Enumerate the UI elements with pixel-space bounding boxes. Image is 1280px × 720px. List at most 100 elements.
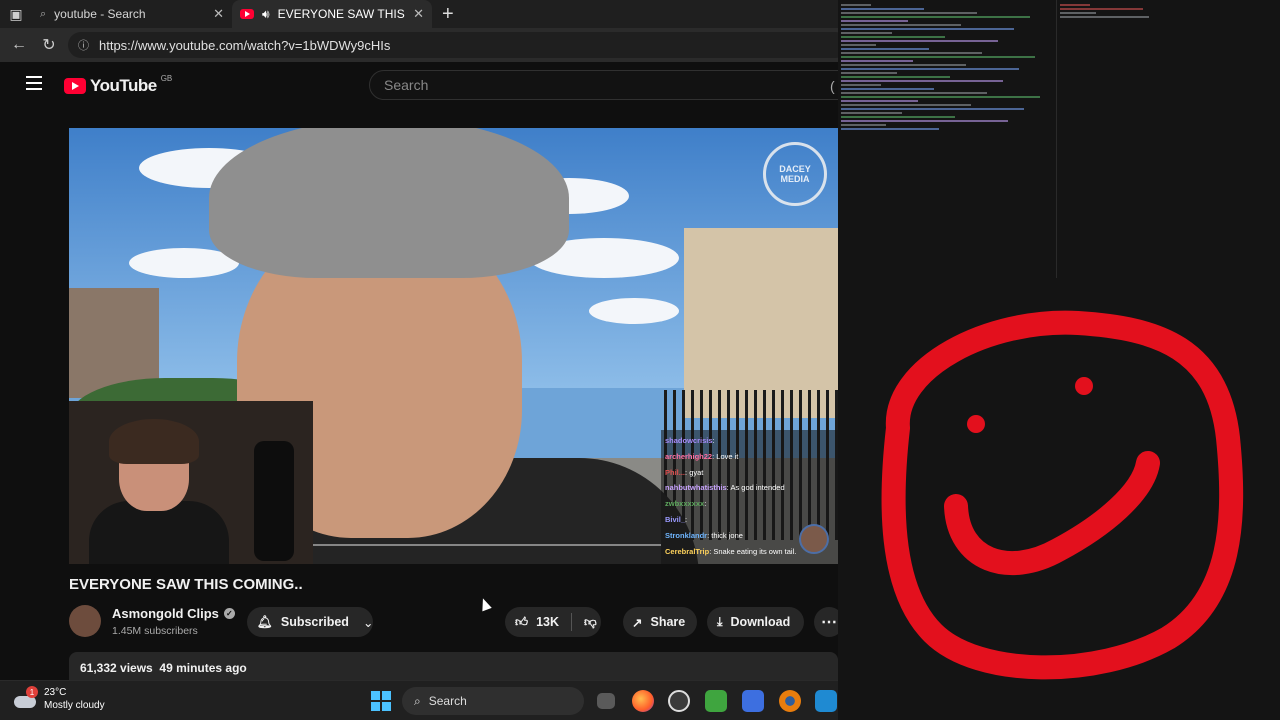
tab-bar: ▣ ⌕ youtube - Search ✕ 🔊︎ EVERYONE SAW T… (0, 0, 838, 28)
weather-text: 23°C Mostly cloudy (44, 686, 105, 712)
blender-icon[interactable] (779, 690, 801, 712)
video-player[interactable]: DACEY MEDIA shadowcrisis: archerhigh22: … (69, 128, 838, 564)
log-line (841, 44, 876, 46)
log-line (841, 40, 998, 42)
subscribed-label: Subscribed (280, 615, 349, 629)
subscribed-button[interactable]: 🔔︎ Subscribed ⌄ (247, 607, 373, 637)
log-line (841, 48, 929, 50)
log-line (841, 36, 945, 38)
chat-text: Love it (716, 451, 739, 461)
obs-icon[interactable] (668, 690, 690, 712)
log-line (841, 64, 966, 66)
chat-text: As god intended (730, 483, 785, 493)
video-cloud (589, 298, 679, 324)
video-person-cap (209, 128, 569, 278)
new-tab-button[interactable]: + (432, 3, 464, 26)
log-line (841, 60, 913, 62)
watermark-top: DACEY (779, 164, 811, 174)
log-line (1060, 8, 1143, 10)
search-button-icon[interactable]: ( (830, 78, 835, 94)
chat-message: zwbxxxxxx: (665, 499, 707, 509)
close-tab-icon[interactable]: ✕ (413, 6, 424, 22)
verified-icon: ✓ (223, 608, 235, 619)
vscode-icon[interactable] (815, 690, 837, 712)
share-button[interactable]: ↗ Share (623, 607, 697, 637)
subscriber-count: 1.45M subscribers (112, 625, 198, 637)
log-line (841, 116, 955, 118)
taskbar-search[interactable]: ⌕ Search (402, 687, 584, 715)
url-field[interactable]: ⓘ https://www.youtube.com/watch?v=1bWDWy… (68, 32, 838, 58)
back-arrow-icon[interactable]: ← (8, 34, 30, 56)
like-icon[interactable]: 👍︎ (515, 615, 528, 630)
log-line (841, 112, 902, 114)
windows-start-icon[interactable] (371, 691, 391, 711)
app-blue-icon[interactable] (742, 690, 764, 712)
reload-icon[interactable]: ↻ (38, 34, 60, 56)
task-view-icon[interactable] (597, 693, 615, 709)
views-and-date: 61,332 views 49 minutes ago (80, 661, 247, 675)
dacey-media-watermark: DACEY MEDIA (763, 142, 827, 206)
notification-badge: 1 (26, 686, 38, 698)
dislike-icon[interactable]: 👎︎ (584, 615, 597, 630)
download-button[interactable]: ⤓ Download (707, 607, 804, 637)
youtube-logo[interactable]: YouTube GB (64, 74, 172, 96)
description-box[interactable]: 61,332 views 49 minutes ago (69, 652, 838, 680)
screen: ▣ ⌕ youtube - Search ✕ 🔊︎ EVERYONE SAW T… (0, 0, 1280, 720)
chat-username: CerebralTrip (665, 546, 710, 556)
close-tab-icon[interactable]: ✕ (213, 6, 224, 22)
chat-text: thick jone (711, 530, 743, 540)
like-count[interactable]: 13K (536, 615, 559, 629)
video-progress-bar[interactable] (313, 544, 661, 546)
log-line (841, 96, 1040, 98)
like-dislike-group: 👍︎ 13K 👎︎ (505, 607, 601, 637)
log-line (841, 68, 1019, 70)
address-bar-row: ← ↻ ⓘ https://www.youtube.com/watch?v=1b… (0, 28, 838, 62)
log-line (841, 108, 1024, 110)
share-icon: ↗ (632, 615, 643, 630)
chat-username: archerhigh22 (665, 451, 713, 461)
log-column-right (1060, 2, 1260, 19)
tab-actions-icon[interactable]: ▣ (0, 0, 32, 28)
browser-window: ▣ ⌕ youtube - Search ✕ 🔊︎ EVERYONE SAW T… (0, 0, 838, 680)
log-line (841, 16, 1030, 18)
log-line (841, 76, 950, 78)
log-line (1060, 12, 1096, 14)
chat-message: shadowcrisis: (665, 436, 715, 445)
minecraft-icon[interactable] (705, 690, 727, 712)
log-line (841, 24, 961, 26)
search-icon: ⌕ (414, 693, 421, 708)
menu-icon[interactable] (26, 76, 42, 90)
firefox-icon[interactable] (632, 690, 654, 712)
log-line (841, 20, 908, 22)
logo-text: YouTube (90, 76, 157, 95)
tab-video[interactable]: 🔊︎ EVERYONE SAW THIS COMIN ✕ (232, 0, 432, 28)
tab-title: youtube - Search (54, 7, 146, 21)
speaker-icon[interactable]: 🔊︎ (262, 7, 270, 22)
channel-avatar[interactable] (69, 605, 101, 637)
log-line (841, 4, 871, 6)
divider (571, 613, 573, 631)
chat-username: nahbutwhatisthis (665, 483, 727, 493)
download-icon: ⤓ (717, 614, 723, 629)
channel-name[interactable]: Asmongold Clips ✓ (112, 606, 235, 621)
log-column-left (841, 2, 1053, 131)
log-panel (838, 0, 1280, 278)
chat-username: Phil... (665, 467, 686, 477)
tab-youtube-search[interactable]: ⌕ youtube - Search ✕ (32, 0, 232, 28)
smiley-outline (881, 310, 1244, 680)
log-line (841, 100, 918, 102)
site-info-icon[interactable]: ⓘ (78, 37, 89, 53)
search-input[interactable]: Search (369, 70, 838, 100)
weather-widget[interactable]: 1 23°C Mostly cloudy (14, 686, 105, 712)
log-line (841, 28, 1014, 30)
chat-username: shadowcrisis (665, 436, 713, 445)
streamer-webcam (69, 401, 313, 564)
stream-chat-overlay: shadowcrisis: archerhigh22: Love it Phil.… (661, 430, 838, 564)
log-line (1060, 4, 1090, 6)
more-actions-icon[interactable]: ⋯ (814, 607, 838, 637)
search-icon: ⌕ (40, 7, 47, 20)
temperature: 23°C (44, 687, 67, 698)
log-line (841, 8, 924, 10)
youtube-favicon-icon (240, 9, 254, 19)
youtube-play-icon (64, 78, 86, 94)
